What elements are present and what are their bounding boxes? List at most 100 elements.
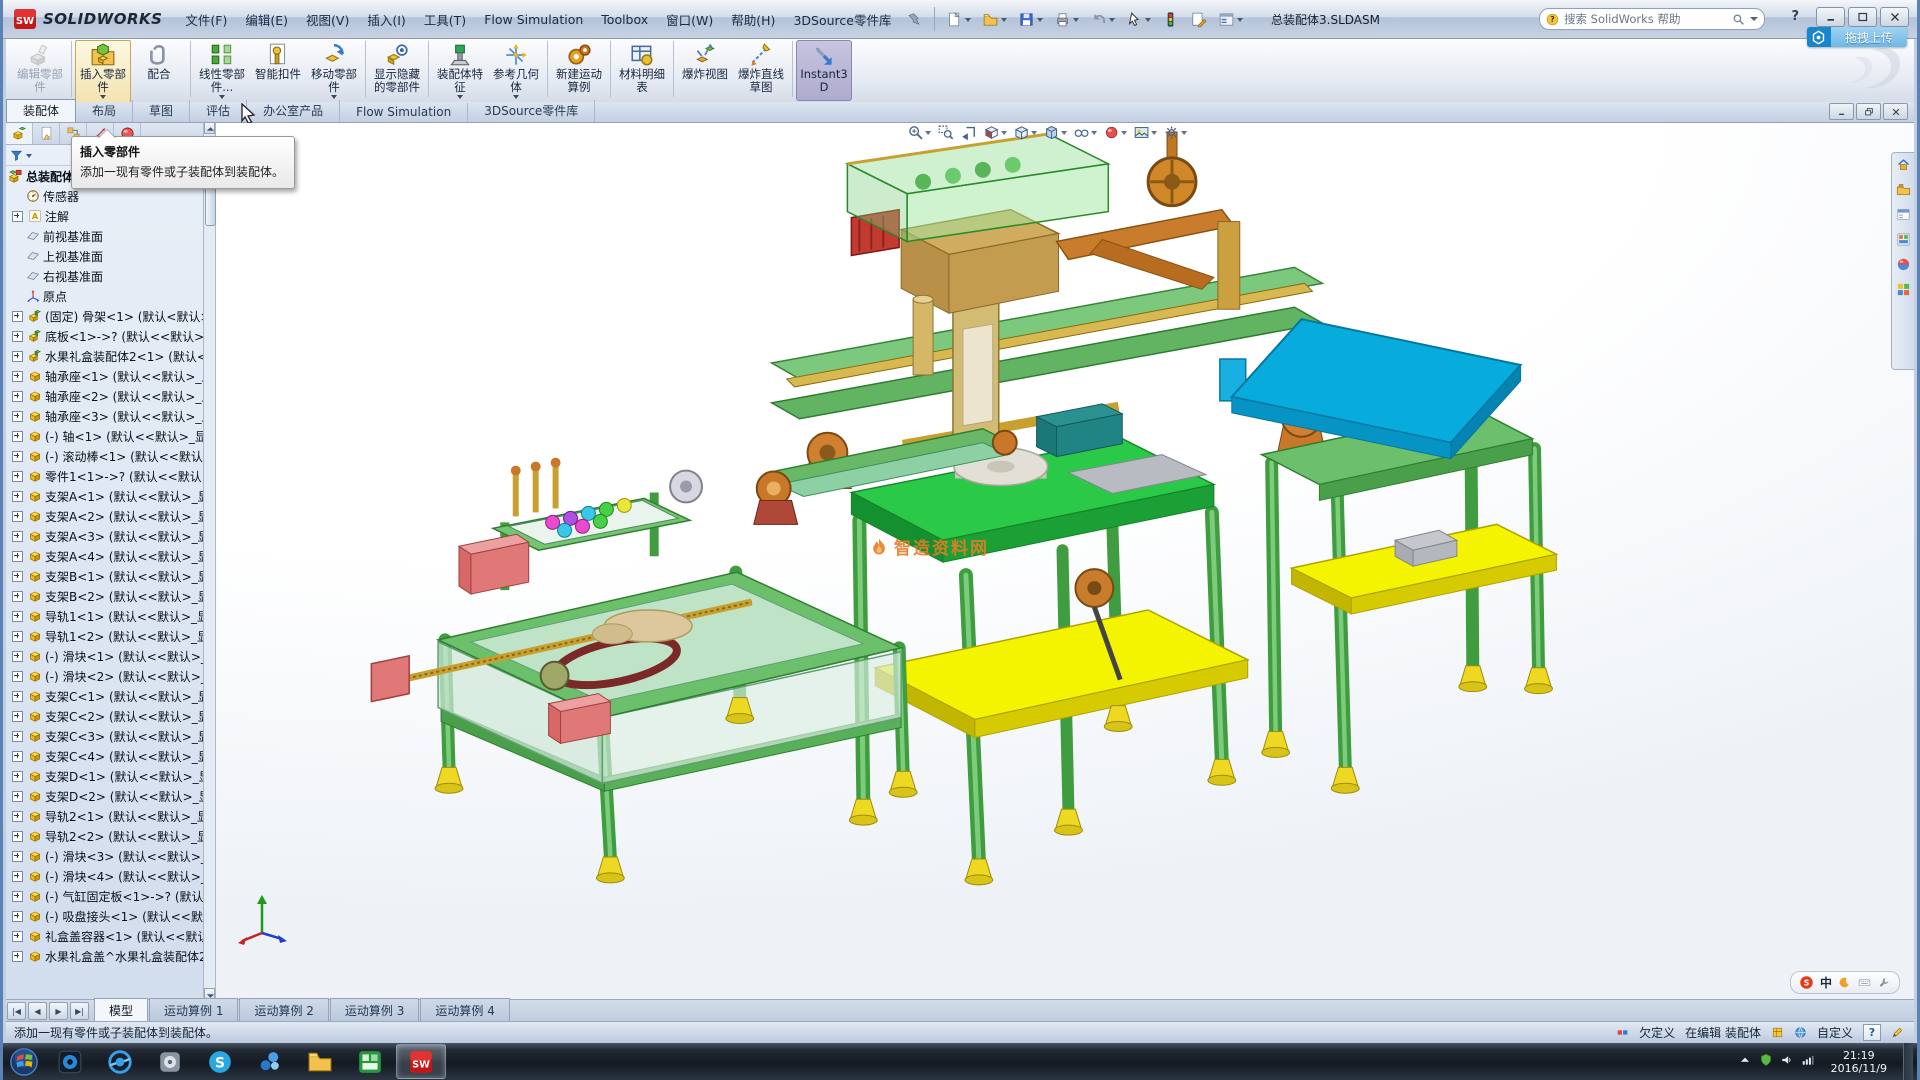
tool-undo[interactable] bbox=[1087, 9, 1118, 30]
tray-tray-shield[interactable] bbox=[1759, 1053, 1773, 1070]
tree-item[interactable]: 支架C<2> (默认<<默认>_显示状态 1>) bbox=[6, 706, 203, 726]
tool-select-cursor[interactable] bbox=[1123, 9, 1154, 30]
left-machine[interactable] bbox=[371, 458, 917, 883]
cmd-tab-3[interactable]: 评估 bbox=[190, 100, 247, 122]
tree-scrollbar[interactable] bbox=[203, 122, 216, 1000]
menu-item-8[interactable]: 帮助(H) bbox=[722, 7, 784, 32]
headsup-edit-appearance[interactable] bbox=[1102, 123, 1128, 142]
tool-view-list[interactable] bbox=[1215, 9, 1246, 30]
tray-tray-up[interactable] bbox=[1738, 1053, 1752, 1070]
taskbar-app-solidworks[interactable]: SW bbox=[396, 1044, 446, 1079]
taskpane-tab-custom-properties[interactable] bbox=[1896, 282, 1911, 300]
expand-icon[interactable] bbox=[12, 671, 23, 682]
headsup-hide-show-items[interactable] bbox=[1072, 123, 1098, 142]
start-button[interactable] bbox=[3, 1043, 45, 1080]
motion-tab-3[interactable]: 运动算例 3 bbox=[330, 998, 419, 1022]
expand-icon[interactable] bbox=[12, 391, 23, 402]
hopper[interactable] bbox=[847, 134, 1108, 242]
tab-scroll-last-button[interactable]: ▶| bbox=[70, 1002, 89, 1020]
view-orientation-icon[interactable] bbox=[1013, 124, 1030, 141]
tree-item[interactable]: 支架A<2> (默认<<默认>_显示状态 1>) bbox=[6, 506, 203, 526]
tree-item[interactable]: 轴承座<3> (默认<<默认>_显示状态 1>) bbox=[6, 406, 203, 426]
dropdown-arrow-icon[interactable] bbox=[1237, 18, 1243, 25]
ribbon-button-exploded-view[interactable]: 爆炸视图 bbox=[677, 40, 733, 101]
tree-item[interactable]: A注解 bbox=[6, 206, 203, 226]
expand-icon[interactable] bbox=[12, 791, 23, 802]
dropdown-arrow-icon[interactable] bbox=[1037, 18, 1043, 25]
menu-item-4[interactable]: 工具(T) bbox=[415, 7, 475, 32]
tree-item[interactable]: (-) 吸盘接头<1> (默认<<默认>_显示状态 1>) bbox=[6, 906, 203, 926]
menu-item-0[interactable]: 文件(F) bbox=[176, 7, 236, 32]
tree-item[interactable]: (-) 滑块<3> (默认<<默认>_显示状态 1>) bbox=[6, 846, 203, 866]
headsup-zoom-fit[interactable] bbox=[906, 123, 932, 142]
dropdown-arrow-icon[interactable] bbox=[1091, 131, 1097, 138]
expand-icon[interactable] bbox=[12, 951, 23, 962]
tree-item[interactable]: 支架C<4> (默认<<默认>_显示状态 1>) bbox=[6, 746, 203, 766]
motion-tab-4[interactable]: 运动算例 4 bbox=[420, 998, 509, 1022]
expand-icon[interactable] bbox=[12, 491, 23, 502]
ribbon-button-motion-study[interactable]: 新建运动算例 bbox=[551, 40, 607, 101]
cmd-tab-2[interactable]: 草图 bbox=[133, 100, 190, 122]
tree-item[interactable]: 支架B<1> (默认<<默认>_显示状态 1>) bbox=[6, 566, 203, 586]
dropdown-arrow-icon[interactable] bbox=[1181, 131, 1187, 138]
panel-tab-featuremanager[interactable] bbox=[6, 122, 33, 144]
taskbar-app-media-player[interactable] bbox=[46, 1045, 94, 1078]
expand-icon[interactable] bbox=[12, 751, 23, 762]
ribbon-button-explode-sketch[interactable]: 爆炸直线草图 bbox=[733, 40, 789, 101]
expand-icon[interactable] bbox=[12, 311, 23, 322]
doc-close-button[interactable] bbox=[1883, 103, 1908, 120]
expand-icon[interactable] bbox=[12, 371, 23, 382]
dropdown-arrow-icon[interactable] bbox=[1001, 18, 1007, 25]
help-quick-icon[interactable]: ? bbox=[1791, 9, 1799, 24]
expand-icon[interactable] bbox=[12, 331, 23, 342]
moon-icon[interactable] bbox=[1838, 976, 1851, 989]
tree-item[interactable]: (-) 滑块<4> (默认<<默认>_显示状态 1>) bbox=[6, 866, 203, 886]
expand-icon[interactable] bbox=[12, 631, 23, 642]
close-button[interactable] bbox=[1880, 7, 1909, 27]
traffic-icon[interactable] bbox=[1162, 11, 1179, 28]
taskbar-app-office-green[interactable] bbox=[346, 1045, 394, 1078]
menu-item-9[interactable]: 3DSource零件库 bbox=[784, 7, 900, 32]
tree-item[interactable]: (-) 气缸固定板<1>->? (默认<<默认>_显示状态 1>) bbox=[6, 886, 203, 906]
graphics-viewport[interactable]: 智造资料网 S 中 bbox=[214, 122, 1914, 1000]
headsup-zoom-area[interactable] bbox=[936, 123, 955, 142]
tree-item[interactable]: 轴承座<2> (默认<<默认>_显示状态 1>) bbox=[6, 386, 203, 406]
right-machine[interactable] bbox=[1232, 319, 1557, 793]
tree-item[interactable]: (-) 滚动棒<1> (默认<<默认>_显示状态 1>) bbox=[6, 446, 203, 466]
expand-icon[interactable] bbox=[12, 351, 23, 362]
menu-item-7[interactable]: 窗口(W) bbox=[657, 7, 722, 32]
dropdown-arrow-icon[interactable] bbox=[1001, 131, 1007, 138]
ribbon-button-reference-geometry[interactable]: 参考几何体 bbox=[488, 40, 544, 103]
expand-icon[interactable] bbox=[12, 691, 23, 702]
tool-properties[interactable] bbox=[1187, 9, 1210, 30]
tab-scroll-first-button[interactable]: |◀ bbox=[7, 1002, 26, 1020]
taskbar-app-internet-explorer[interactable] bbox=[96, 1045, 144, 1078]
cmd-tab-0[interactable]: 装配体 bbox=[6, 99, 76, 122]
dropdown-arrow-icon[interactable] bbox=[1031, 131, 1037, 138]
cmd-tab-5[interactable]: Flow Simulation bbox=[340, 103, 468, 122]
ribbon-button-bom[interactable]: 材料明细表 bbox=[614, 40, 670, 101]
menu-item-6[interactable]: Toolbox bbox=[592, 9, 657, 30]
center-machine[interactable] bbox=[804, 132, 1326, 885]
status-custom-label[interactable]: 自定义 bbox=[1817, 1024, 1853, 1041]
tree-item[interactable]: 支架B<2> (默认<<默认>_显示状态 1>) bbox=[6, 586, 203, 606]
tree-item[interactable]: 支架C<3> (默认<<默认>_显示状态 1>) bbox=[6, 726, 203, 746]
apply-scene-icon[interactable] bbox=[1133, 124, 1150, 141]
motion-tab-1[interactable]: 运动算例 1 bbox=[149, 998, 238, 1022]
tool-traffic[interactable] bbox=[1159, 9, 1182, 30]
view-list-icon[interactable] bbox=[1218, 11, 1235, 28]
menu-item-5[interactable]: Flow Simulation bbox=[475, 9, 592, 30]
tool-save[interactable] bbox=[1015, 9, 1046, 30]
ribbon-button-show-hidden[interactable]: 显示隐藏的零部件 bbox=[369, 40, 425, 101]
ime-language-indicator[interactable]: 中 bbox=[1820, 974, 1832, 991]
tab-scroll-next-button[interactable]: ▶ bbox=[49, 1002, 68, 1020]
expand-icon[interactable] bbox=[12, 431, 23, 442]
ribbon-button-move-component[interactable]: 移动零部件 bbox=[306, 40, 362, 103]
menu-item-2[interactable]: 视图(V) bbox=[297, 7, 358, 32]
headsup-apply-scene[interactable] bbox=[1132, 123, 1158, 142]
ribbon-button-linear-pattern[interactable]: 线性零部件... bbox=[194, 40, 250, 103]
expand-icon[interactable] bbox=[12, 871, 23, 882]
expand-icon[interactable] bbox=[12, 571, 23, 582]
taskbar-clock[interactable]: 21:19 2016/11/9 bbox=[1823, 1049, 1895, 1075]
search-icon[interactable] bbox=[1732, 13, 1745, 26]
